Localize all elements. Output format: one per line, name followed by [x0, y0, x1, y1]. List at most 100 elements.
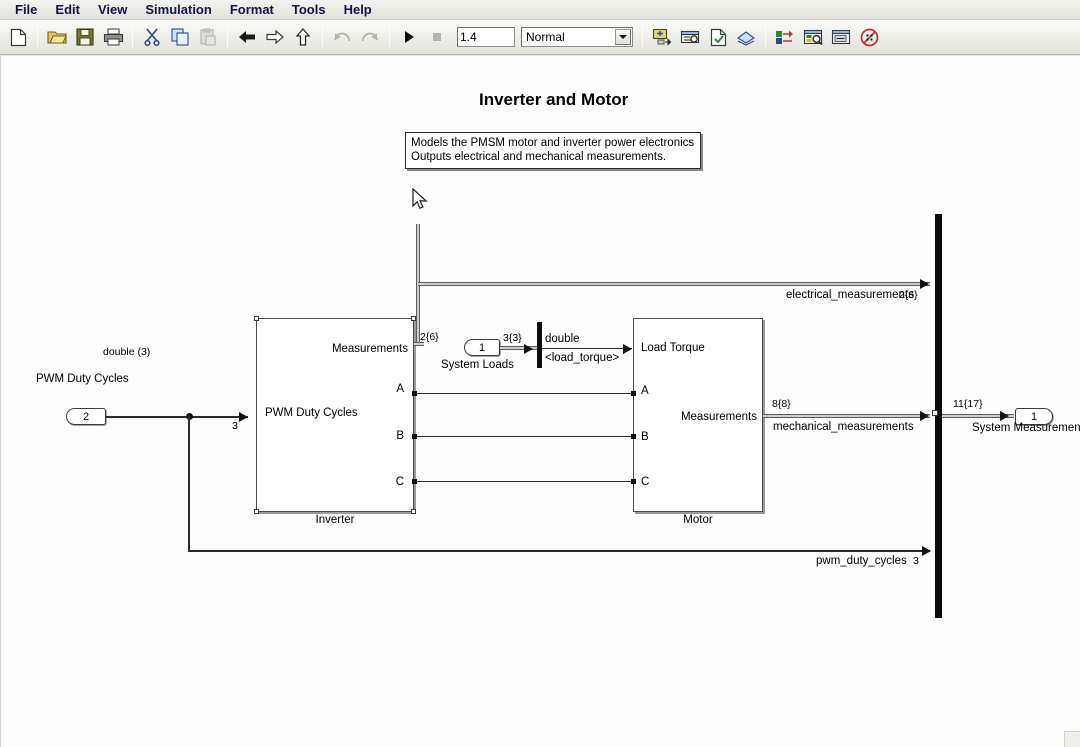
- arrowhead-load-torque: [623, 344, 632, 354]
- highlight-signal-icon[interactable]: [772, 24, 798, 50]
- toolbar-separator-2: [132, 27, 133, 47]
- motor-output-label-measurements: Measurements: [680, 411, 757, 423]
- signal-label-inverter-meas-width: 2{6}: [420, 331, 439, 343]
- inverter-output-label-b: B: [396, 430, 404, 442]
- open-folder-icon[interactable]: [44, 24, 70, 50]
- copy-icon[interactable]: [167, 24, 193, 50]
- toolbar-separator-4: [322, 27, 323, 47]
- simulation-mode-value: Normal: [526, 30, 565, 44]
- arrow-left-icon[interactable]: [234, 24, 260, 50]
- save-floppy-icon[interactable]: [72, 24, 98, 50]
- cut-scissors-icon[interactable]: [139, 24, 165, 50]
- menu-simulation[interactable]: Simulation: [136, 0, 220, 19]
- arrow-up-icon[interactable]: [290, 24, 316, 50]
- inverter-output-label-c: C: [395, 476, 404, 488]
- simulation-stop-time-input[interactable]: [457, 27, 515, 47]
- arrow-right-icon[interactable]: [262, 24, 288, 50]
- toolbar-separator-3: [227, 27, 228, 47]
- block-inverter[interactable]: Inverter PWM Duty Cycles Measurements A …: [254, 316, 416, 526]
- signal-label-mechanical-name: mechanical_measurements: [773, 421, 914, 433]
- arrowhead-system-measurements: [1000, 411, 1009, 421]
- simulink-model-window: File Edit View Simulation Format Tools H…: [0, 0, 1080, 747]
- outport-system-measurements-label: System Measurements: [972, 422, 1080, 434]
- undo-icon[interactable]: [329, 24, 355, 50]
- model-explorer-icon[interactable]: [800, 24, 826, 50]
- debug-icon[interactable]: [677, 24, 703, 50]
- wire-load-torque: [542, 348, 632, 349]
- signal-label-electrical-width: 2{6}: [899, 289, 918, 301]
- annotation-line-1: Models the PMSM motor and inverter power…: [411, 137, 695, 149]
- arrowhead-bus-selector: [524, 344, 533, 354]
- outport-system-measurements-number: 1: [1030, 410, 1038, 423]
- toolbar-separator-7: [765, 27, 766, 47]
- model-canvas[interactable]: Inverter and Motor Models the PMSM motor…: [0, 55, 1080, 747]
- menu-bar: File Edit View Simulation Format Tools H…: [0, 0, 1080, 20]
- motor-input-label-a: A: [641, 385, 649, 397]
- menu-edit[interactable]: Edit: [46, 0, 89, 19]
- bus-creator-system-measurements[interactable]: [935, 214, 942, 618]
- simulation-mode-select[interactable]: Normal: [521, 27, 633, 47]
- annotation-note[interactable]: Models the PMSM motor and inverter power…: [405, 132, 701, 169]
- signal-label-load-torque-name: <load_torque>: [545, 352, 620, 364]
- menu-view[interactable]: View: [89, 0, 136, 19]
- menu-tools[interactable]: Tools: [283, 0, 335, 19]
- update-diagram-icon[interactable]: [705, 24, 731, 50]
- new-document-icon[interactable]: [5, 24, 31, 50]
- wire-phase-a: [416, 393, 634, 394]
- start-simulation-icon[interactable]: [396, 24, 422, 50]
- arrowhead-pwm-feedback: [922, 546, 931, 556]
- inport-pwm-duty-cycles[interactable]: 2: [66, 408, 106, 425]
- paste-icon[interactable]: [195, 24, 221, 50]
- annotation-line-2: Outputs electrical and mechanical measur…: [411, 151, 667, 163]
- inverter-output-label-a: A: [396, 383, 404, 395]
- build-model-icon[interactable]: [649, 24, 675, 50]
- diagram-title: Inverter and Motor: [479, 90, 629, 109]
- no-simulation-icon[interactable]: [856, 24, 882, 50]
- motor-input-label-b: B: [641, 431, 649, 443]
- block-motor[interactable]: Motor Load Torque A B C Measurements: [633, 318, 763, 526]
- signal-label-pwm-feedback-name: pwm_duty_cycles: [816, 555, 907, 567]
- inverter-output-label-measurements: Measurements: [331, 343, 408, 355]
- mouse-cursor: [412, 187, 428, 215]
- library-browser-icon[interactable]: [733, 24, 759, 50]
- arrowhead-inverter-input: [239, 412, 248, 422]
- block-inverter-name: Inverter: [315, 514, 355, 526]
- arrowhead-electrical-measurements: [920, 279, 929, 289]
- stop-simulation-icon[interactable]: [424, 24, 450, 50]
- bus-creator-output-handle[interactable]: [932, 410, 938, 416]
- menu-format[interactable]: Format: [221, 0, 283, 19]
- motor-input-label-load-torque: Load Torque: [641, 342, 705, 354]
- arrowhead-mechanical-measurements: [920, 411, 929, 421]
- port-motor-b: [631, 434, 636, 439]
- port-motor-c: [631, 479, 636, 484]
- chevron-down-icon[interactable]: [615, 29, 631, 45]
- port-values-icon[interactable]: [828, 24, 854, 50]
- bus-electrical-measurements: [418, 282, 930, 286]
- inport-system-loads[interactable]: 1: [464, 339, 500, 356]
- menu-file[interactable]: File: [6, 0, 46, 19]
- print-icon[interactable]: [100, 24, 126, 50]
- signal-label-load-torque-type: double: [545, 333, 580, 345]
- toolbar: Normal: [0, 20, 1080, 55]
- signal-label-electrical-name: electrical_measurements: [786, 289, 914, 301]
- signal-label-pwm-type: double (3): [103, 346, 151, 358]
- redo-icon[interactable]: [357, 24, 383, 50]
- motor-input-label-c: C: [641, 476, 650, 488]
- bus-selector-load-torque[interactable]: [537, 322, 542, 368]
- inport-system-loads-number: 1: [478, 341, 486, 354]
- wire-phase-b: [416, 436, 634, 437]
- signal-label-pwm-feedback-width: 3: [913, 555, 919, 567]
- signal-label-system-loads-width: 3{3}: [503, 332, 522, 344]
- inport-pwm-label: PWM Duty Cycles: [36, 373, 129, 385]
- wire-pwm-feedback-horizontal: [188, 550, 930, 552]
- signal-label-system-out-width: 11{17}: [953, 398, 983, 410]
- inverter-input-label: PWM Duty Cycles: [265, 407, 358, 419]
- resize-handle-tl[interactable]: [254, 316, 259, 321]
- inport-pwm-number: 2: [82, 410, 90, 423]
- inport-system-loads-label: System Loads: [441, 359, 514, 371]
- block-motor-name: Motor: [683, 514, 713, 526]
- toolbar-separator-5: [389, 27, 390, 47]
- toolbar-separator-6: [642, 27, 643, 47]
- bus-mechanical-measurements: [763, 414, 930, 418]
- menu-help[interactable]: Help: [335, 0, 381, 19]
